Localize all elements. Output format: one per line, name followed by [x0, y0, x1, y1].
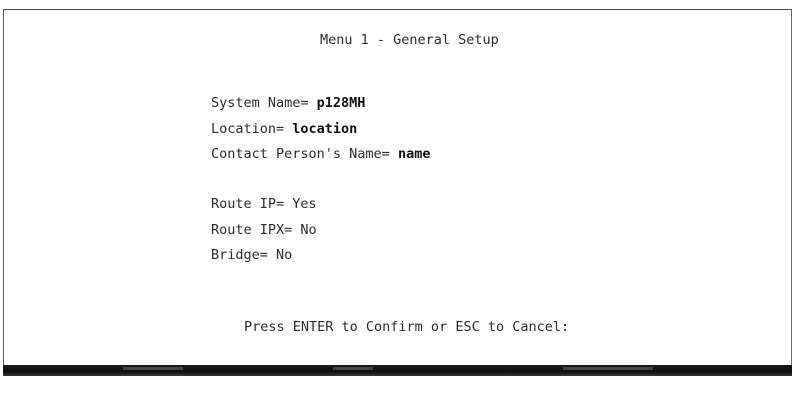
route-ipx-field[interactable]: Route IPX= No: [211, 221, 317, 239]
route-ipx-value[interactable]: No: [300, 222, 316, 238]
route-ip-label: Route IP=: [211, 196, 293, 212]
route-ip-field[interactable]: Route IP= Yes: [211, 195, 317, 213]
system-name-field[interactable]: System Name= p128MH: [211, 94, 365, 112]
location-field[interactable]: Location= location: [211, 120, 357, 138]
menu-title: Menu 1 - General Setup: [320, 32, 499, 48]
scan-speck: [563, 367, 653, 370]
scan-shadow-bar: [3, 365, 792, 376]
confirm-prompt: Press ENTER to Confirm or ESC to Cancel:: [244, 319, 570, 335]
scan-speck: [333, 367, 373, 370]
bridge-value[interactable]: No: [276, 247, 292, 263]
bridge-field[interactable]: Bridge= No: [211, 246, 292, 264]
contact-person-value[interactable]: name: [398, 146, 431, 162]
contact-person-label: Contact Person's Name=: [211, 146, 398, 162]
terminal-screen: Menu 1 - General Setup System Name= p128…: [3, 9, 792, 368]
system-name-value[interactable]: p128MH: [317, 95, 366, 111]
route-ip-value[interactable]: Yes: [292, 196, 316, 212]
scan-speck: [123, 367, 183, 370]
contact-person-field[interactable]: Contact Person's Name= name: [211, 145, 430, 163]
system-name-label: System Name=: [211, 95, 317, 111]
route-ipx-label: Route IPX=: [211, 222, 301, 238]
location-value[interactable]: location: [292, 121, 357, 137]
location-label: Location=: [211, 121, 293, 137]
bridge-label: Bridge=: [211, 247, 277, 263]
